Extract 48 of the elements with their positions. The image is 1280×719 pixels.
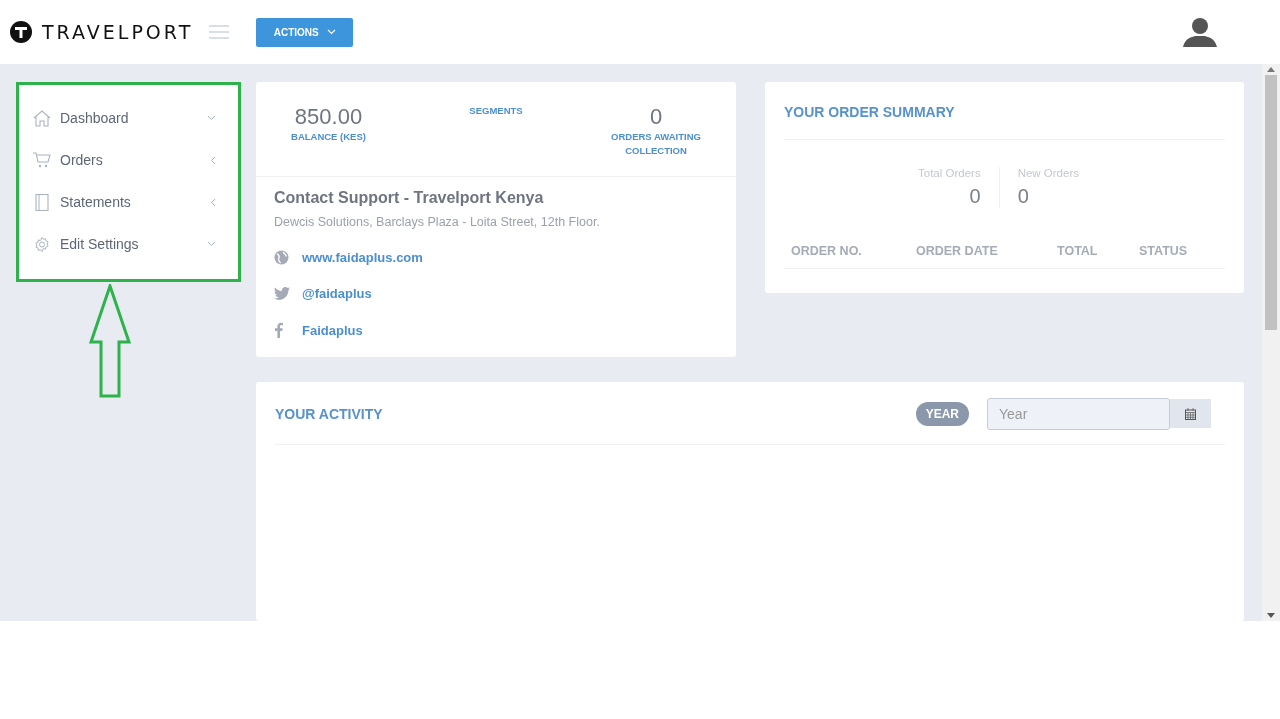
contact-link[interactable]: @faidaplus (302, 286, 372, 302)
sidebar-item-label: Edit Settings (60, 236, 140, 252)
twitter-bird-icon (274, 287, 290, 301)
home-icon (33, 109, 51, 127)
cart-icon (33, 151, 51, 169)
column-header: STATUS (1139, 244, 1188, 258)
contact-link[interactable]: Faidaplus (302, 322, 363, 338)
calendar-button[interactable] (1170, 399, 1211, 428)
scrollbar[interactable] (1262, 64, 1280, 621)
counter-label: New Orders (1017, 167, 1079, 179)
column-header: ORDER NO. (791, 244, 863, 258)
scroll-down-icon[interactable] (1267, 613, 1275, 618)
chevron-down-icon (326, 29, 336, 35)
sidebar-item[interactable]: Edit Settings (33, 223, 224, 265)
sidebar-item-label: Dashboard (60, 110, 130, 126)
card-title: YOUR ACTIVITY (275, 405, 384, 422)
sidebar-item-label: Orders (60, 152, 104, 168)
brand-name: TRAVELPORT (42, 21, 194, 43)
stat-label: BALANCE (KES) (290, 130, 367, 144)
sidebar-item[interactable]: Statements (33, 181, 224, 223)
calendar-icon (1185, 407, 1196, 420)
stat-value: 850.00 (294, 104, 363, 130)
card-title: YOUR ORDER SUMMARY (784, 104, 1225, 140)
year-input-field[interactable]: Year (987, 397, 1170, 430)
stat-label: SEGMENTS (468, 104, 524, 118)
globe-icon (274, 249, 289, 265)
sidebar-item[interactable]: Orders (33, 139, 224, 181)
counter-value: 0 (1017, 185, 1030, 208)
sidebar-item[interactable]: Dashboard (33, 97, 224, 139)
user-avatar-icon[interactable] (1183, 17, 1217, 47)
stat-value: 0 (649, 104, 663, 130)
scrollbar-thumb[interactable] (1265, 75, 1277, 330)
support-address: Dewcis Solutions, Barclays Plaza - Loita Street, 12th Floor. (274, 215, 601, 229)
travelport-logo-icon (10, 21, 32, 43)
actions-button[interactable]: ACTIONS (256, 17, 354, 47)
facebook-f-icon (274, 322, 283, 339)
counter-label: Total Orders (918, 167, 981, 179)
support-title: Contact Support - Travelport Kenya (274, 189, 545, 207)
scroll-up-icon[interactable] (1267, 67, 1275, 72)
counter-value: 0 (969, 185, 981, 208)
column-header: ORDER DATE (916, 244, 999, 258)
sidebar-item-label: Statements (60, 194, 132, 210)
settings-icon (33, 235, 51, 253)
column-header: TOTAL (1057, 244, 1099, 258)
year-badge: YEAR (915, 401, 969, 426)
stat-label: ORDERS AWAITING COLLECTION (610, 130, 702, 158)
notebook-icon (33, 193, 51, 211)
contact-link[interactable]: www.faidaplus.com (302, 249, 423, 265)
